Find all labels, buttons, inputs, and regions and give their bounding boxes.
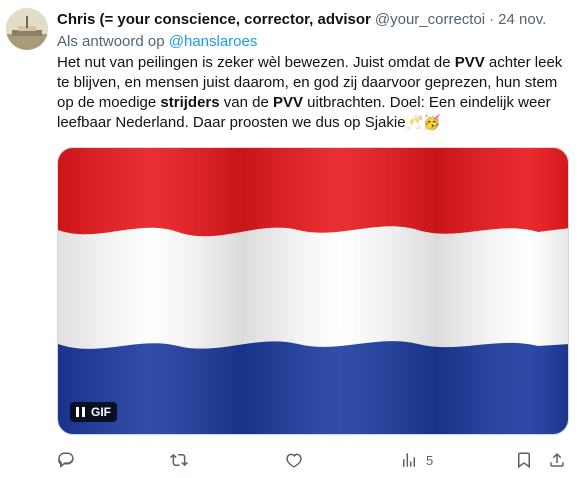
tweet[interactable]: Chris (= your conscience, corrector, adv… xyxy=(0,0,583,478)
tweet-text-bold: strijders xyxy=(160,94,220,111)
repost-icon xyxy=(170,453,188,467)
replying-to: Als antwoord op @hanslaroes xyxy=(57,32,257,52)
tweet-text-bold: PVV xyxy=(273,94,304,111)
views-button[interactable]: 5 xyxy=(400,448,433,472)
tweet-text-part: van de xyxy=(219,94,273,111)
views-count: 5 xyxy=(426,452,434,468)
share-icon xyxy=(550,452,564,467)
waving-flag-image xyxy=(58,148,568,434)
repost-button[interactable] xyxy=(170,448,188,472)
replying-prefix: Als antwoord op xyxy=(57,33,165,50)
gif-pause-button[interactable]: GIF xyxy=(70,402,117,422)
author-handle[interactable]: @your_correctoi xyxy=(375,10,485,30)
clinking-glasses-emoji: 🥂 xyxy=(405,115,423,131)
like-button[interactable] xyxy=(285,448,303,472)
replying-mention-link[interactable]: @hanslaroes xyxy=(169,33,258,50)
views-icon xyxy=(403,453,415,467)
gif-label: GIF xyxy=(91,405,111,419)
tweet-actions: 5 xyxy=(57,448,577,472)
separator: · xyxy=(489,11,495,28)
tweet-text: Het nut van peilingen is zeker wèl bewez… xyxy=(57,53,577,133)
reply-button[interactable] xyxy=(57,448,75,472)
bookmark-icon xyxy=(518,452,530,469)
timestamp[interactable]: 24 nov. xyxy=(498,11,546,28)
avatar[interactable] xyxy=(6,8,48,50)
share-button[interactable] xyxy=(548,448,566,472)
tweet-header: Chris (= your conscience, corrector, adv… xyxy=(57,10,577,30)
bookmark-button[interactable] xyxy=(515,448,533,472)
gif-media[interactable]: GIF xyxy=(57,147,569,435)
avatar-image xyxy=(6,8,48,50)
pause-icon xyxy=(76,407,85,417)
author-name[interactable]: Chris (= your conscience, corrector, adv… xyxy=(57,11,371,28)
heart-icon xyxy=(286,453,302,468)
party-face-emoji: 🥳 xyxy=(422,115,441,131)
tweet-text-bold: PVV xyxy=(454,54,485,71)
reply-icon xyxy=(58,452,74,468)
tweet-text-part: Het nut van peilingen is zeker wèl bewez… xyxy=(57,54,455,71)
